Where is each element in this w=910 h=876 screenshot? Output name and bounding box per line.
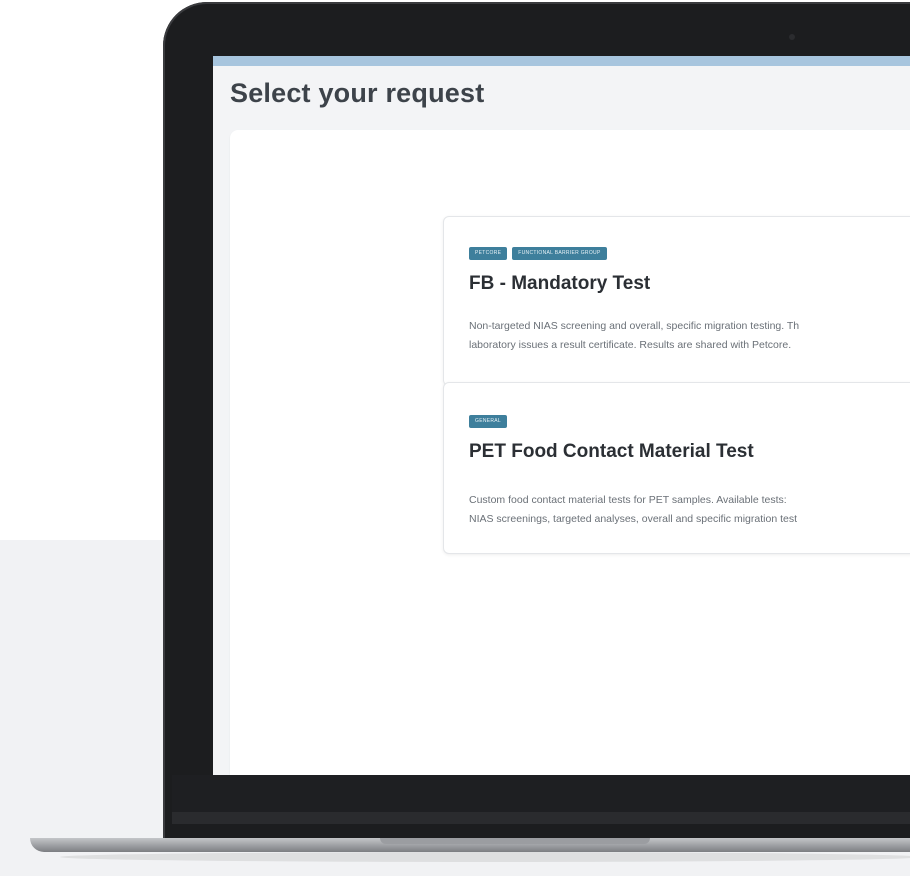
- request-card-title: FB - Mandatory Test: [469, 273, 651, 294]
- description-line: laboratory issues a result certificate. …: [469, 339, 792, 351]
- tag-badge: PETCORE: [469, 247, 508, 260]
- request-card-pet-food-contact-material-test[interactable]: GENERAL PET Food Contact Material Test C…: [443, 382, 910, 554]
- laptop-shadow: [60, 852, 910, 862]
- description-line: Non-targeted NIAS screening and overall,…: [469, 320, 800, 332]
- request-card-title: PET Food Contact Material Test: [469, 441, 754, 462]
- request-card-description: Custom food contact material tests for P…: [469, 491, 910, 529]
- tag-badge: FUNCTIONAL BARRIER GROUP: [512, 247, 607, 260]
- webcam: [789, 34, 795, 40]
- tag-list: GENERAL: [469, 415, 507, 428]
- tag-badge: GENERAL: [469, 415, 507, 428]
- request-list-panel: PETCORE FUNCTIONAL BARRIER GROUP FB - Ma…: [230, 130, 910, 775]
- laptop-base-notch: [380, 838, 650, 844]
- request-card-fb-mandatory-test[interactable]: PETCORE FUNCTIONAL BARRIER GROUP FB - Ma…: [443, 216, 910, 386]
- page-title: Select your request: [230, 78, 485, 108]
- laptop-screen: Select your request PETCORE FUNCTIONAL B…: [213, 56, 910, 775]
- laptop-bezel-bottom: [172, 775, 910, 812]
- request-card-description: Non-targeted NIAS screening and overall,…: [469, 317, 910, 355]
- description-line: NIAS screenings, targeted analyses, over…: [469, 513, 797, 525]
- top-accent-bar: [213, 56, 910, 66]
- tag-list: PETCORE FUNCTIONAL BARRIER GROUP: [469, 247, 607, 260]
- laptop-hinge: [172, 812, 910, 824]
- description-line: Custom food contact material tests for P…: [469, 494, 787, 506]
